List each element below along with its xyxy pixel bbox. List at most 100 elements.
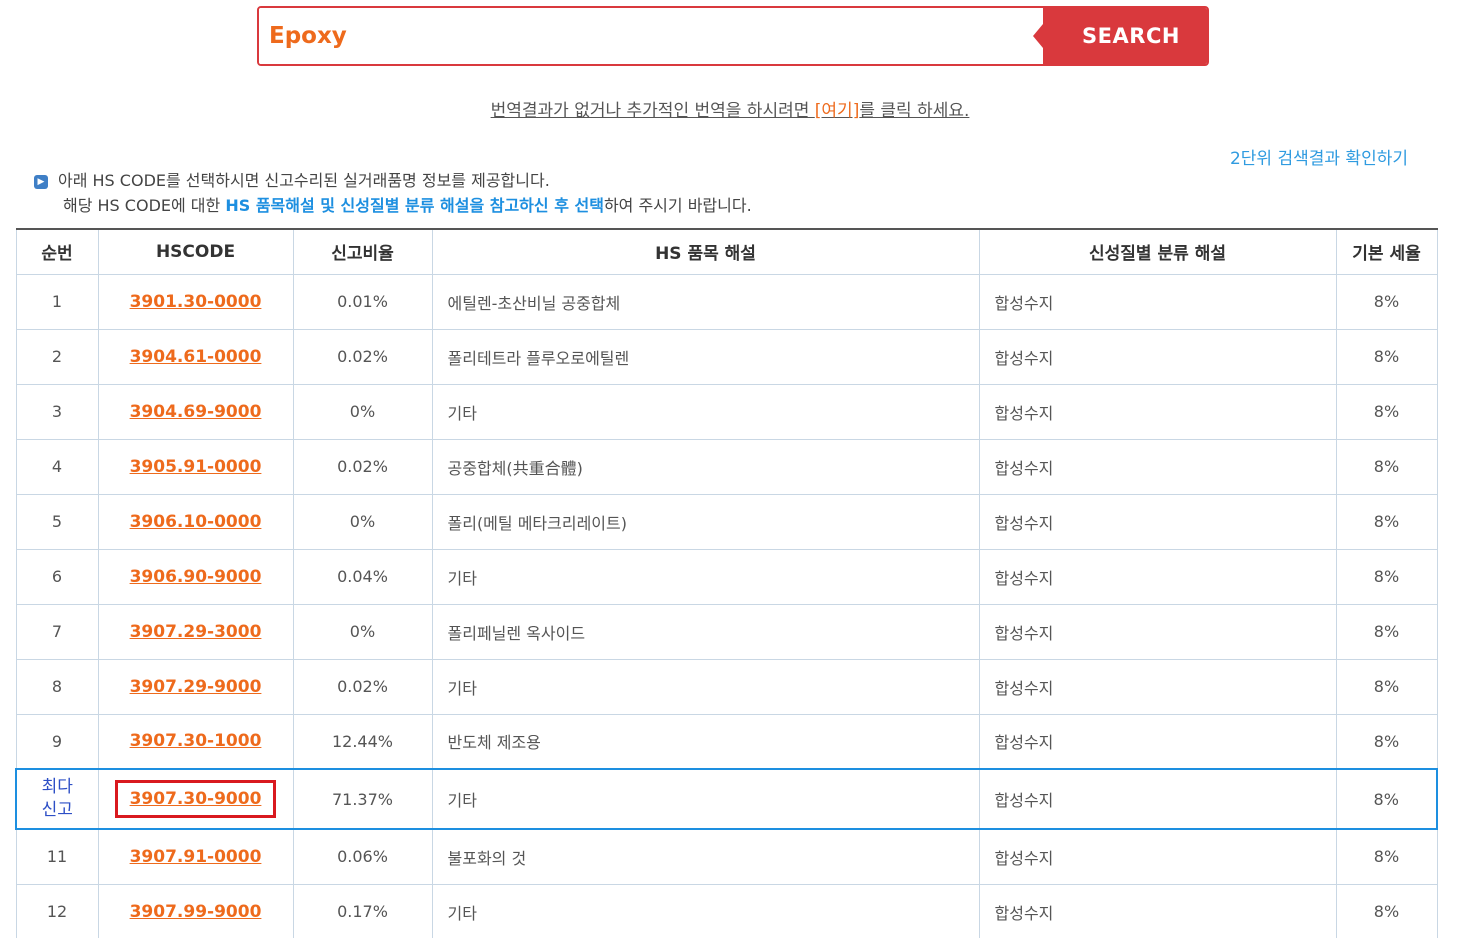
row-tax: 8% (1335, 603, 1438, 660)
row-rate: 0.02% (292, 438, 433, 495)
row-rate: 0% (292, 493, 433, 550)
notice-line1: 아래 HS CODE를 선택하시면 신고수리된 실거래품명 정보를 제공합니다. (58, 171, 550, 190)
row-no: 2 (15, 328, 99, 385)
row-code-cell: 3904.69-9000 (97, 383, 294, 440)
header-hscode: HSCODE (97, 228, 294, 275)
search-bar: SEARCH (257, 6, 1209, 66)
table-row: 6 3906.90-9000 0.04% 기타 합성수지 8% (15, 548, 1438, 605)
row-desc: 기타 (431, 658, 980, 715)
table-row: 9 3907.30-1000 12.44% 반도체 제조용 합성수지 8% (15, 713, 1438, 770)
page: SEARCH 번역결과가 없거나 추가적인 번역을 하시려면 [여기]를 클릭 … (0, 0, 1460, 938)
header-class-desc: 신성질별 분류 해설 (978, 228, 1337, 275)
row-desc: 폴리테트라 플루오로에틸렌 (431, 328, 980, 385)
hscode-link[interactable]: 3905.91-0000 (130, 457, 262, 477)
row-code-cell: 3905.91-0000 (97, 438, 294, 495)
row-rate: 71.37% (292, 768, 433, 830)
row-no: 9 (15, 713, 99, 770)
selected-code-box: 3907.30-9000 (114, 780, 277, 818)
header-rate: 신고비율 (292, 228, 433, 275)
row-desc: 반도체 제조용 (431, 713, 980, 770)
row-desc: 기타 (431, 883, 980, 938)
hscode-link[interactable]: 3904.69-9000 (130, 402, 262, 422)
row-tax: 8% (1335, 438, 1438, 495)
two-digit-results-link[interactable]: 2단위 검색결과 확인하기 (1230, 144, 1408, 169)
table-row: 3 3904.69-9000 0% 기타 합성수지 8% (15, 383, 1438, 440)
table-row: 8 3907.29-9000 0.02% 기타 합성수지 8% (15, 658, 1438, 715)
row-rate: 0% (292, 603, 433, 660)
row-rate: 0.06% (292, 828, 433, 885)
row-desc: 불포화의 것 (431, 828, 980, 885)
row-class: 합성수지 (978, 548, 1337, 605)
row-code-cell: 3907.29-9000 (97, 658, 294, 715)
row-desc: 공중합체(共重合體) (431, 438, 980, 495)
row-code-cell: 3907.29-3000 (97, 603, 294, 660)
row-desc: 기타 (431, 768, 980, 830)
row-code-cell: 3904.61-0000 (97, 328, 294, 385)
row-no: 1 (15, 273, 99, 330)
row-rate: 0.01% (292, 273, 433, 330)
row-rate: 0% (292, 383, 433, 440)
hscode-link[interactable]: 3907.29-3000 (130, 622, 262, 642)
table-row-most-reported: 최다 신고 3907.30-9000 71.37% 기타 합성수지 8% (15, 768, 1438, 830)
row-no-most-reported: 최다 신고 (15, 768, 99, 830)
row-desc: 기타 (431, 383, 980, 440)
header-hs-desc: HS 품목 해설 (431, 228, 980, 275)
hscode-link[interactable]: 3907.30-1000 (130, 731, 262, 751)
row-class: 합성수지 (978, 603, 1337, 660)
row-no: 6 (15, 548, 99, 605)
most-reported-label: 최다 신고 (41, 777, 73, 820)
translate-hint: 번역결과가 없거나 추가적인 번역을 하시려면 [여기]를 클릭 하세요. (0, 96, 1460, 121)
row-code-cell: 3907.30-1000 (97, 713, 294, 770)
row-desc: 폴리페닐렌 옥사이드 (431, 603, 980, 660)
row-class: 합성수지 (978, 383, 1337, 440)
row-class: 합성수지 (978, 658, 1337, 715)
hscode-link[interactable]: 3901.30-0000 (130, 292, 262, 312)
row-code-cell: 3907.91-0000 (97, 828, 294, 885)
row-class: 합성수지 (978, 493, 1337, 550)
row-class: 합성수지 (978, 768, 1337, 830)
hscode-link[interactable]: 3907.91-0000 (130, 847, 262, 867)
row-desc: 기타 (431, 548, 980, 605)
row-no: 11 (15, 828, 99, 885)
row-tax: 8% (1335, 328, 1438, 385)
row-code-cell: 3906.10-0000 (97, 493, 294, 550)
notice-line2-before: 해당 HS CODE에 대한 (63, 196, 226, 215)
row-tax: 8% (1335, 548, 1438, 605)
row-rate: 0.02% (292, 658, 433, 715)
hscode-link[interactable]: 3907.29-9000 (130, 677, 262, 697)
row-rate: 12.44% (292, 713, 433, 770)
translate-here-link[interactable]: [여기] (815, 101, 860, 121)
table-header-row: 순번 HSCODE 신고비율 HS 품목 해설 신성질별 분류 해설 기본 세율 (15, 228, 1438, 275)
row-tax: 8% (1335, 713, 1438, 770)
row-rate: 0.04% (292, 548, 433, 605)
hscode-link[interactable]: 3904.61-0000 (130, 347, 262, 367)
row-no: 5 (15, 493, 99, 550)
notice-line2-highlight: HS 품목해설 및 신성질별 분류 해설을 참고하신 후 선택 (225, 196, 604, 215)
row-class: 합성수지 (978, 438, 1337, 495)
hscode-link[interactable]: 3907.30-9000 (130, 789, 262, 809)
table-row: 2 3904.61-0000 0.02% 폴리테트라 플루오로에틸렌 합성수지 … (15, 328, 1438, 385)
row-code-cell: 3907.99-9000 (97, 883, 294, 938)
row-desc: 폴리(메틸 메타크리레이트) (431, 493, 980, 550)
row-no: 3 (15, 383, 99, 440)
hscode-link[interactable]: 3906.90-9000 (130, 567, 262, 587)
table-row: 7 3907.29-3000 0% 폴리페닐렌 옥사이드 합성수지 8% (15, 603, 1438, 660)
row-class: 합성수지 (978, 828, 1337, 885)
row-tax: 8% (1335, 273, 1438, 330)
notice: ▶ 아래 HS CODE를 선택하시면 신고수리된 실거래품명 정보를 제공합니다… (34, 168, 752, 218)
row-code-cell: 3901.30-0000 (97, 273, 294, 330)
table-row: 12 3907.99-9000 0.17% 기타 합성수지 8% (15, 883, 1438, 938)
search-input[interactable] (259, 8, 1043, 64)
row-rate: 0.02% (292, 328, 433, 385)
notice-line2-after: 하여 주시기 바랍니다. (603, 196, 752, 215)
row-code-cell: 3906.90-9000 (97, 548, 294, 605)
search-button[interactable]: SEARCH (1033, 8, 1207, 64)
row-tax: 8% (1335, 828, 1438, 885)
hscode-link[interactable]: 3906.10-0000 (130, 512, 262, 532)
row-tax: 8% (1335, 383, 1438, 440)
row-tax: 8% (1335, 883, 1438, 938)
row-tax: 8% (1335, 658, 1438, 715)
translate-hint-text: 번역결과가 없거나 추가적인 번역을 하시려면 (490, 101, 815, 121)
hscode-link[interactable]: 3907.99-9000 (130, 902, 262, 922)
header-no: 순번 (15, 228, 99, 275)
